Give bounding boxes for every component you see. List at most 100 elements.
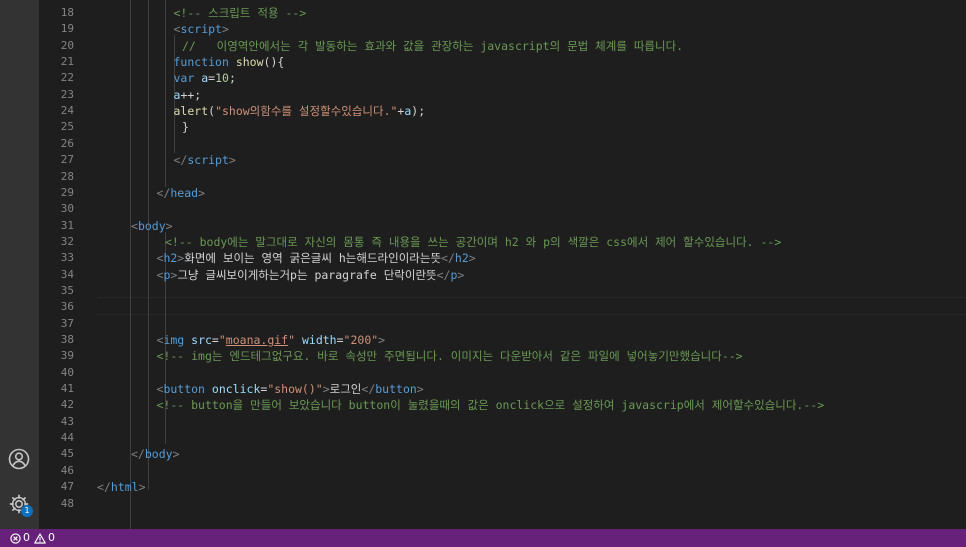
- account-icon[interactable]: [7, 447, 31, 471]
- line-number: 32: [60, 234, 74, 248]
- code-token: >: [221, 22, 229, 37]
- code-line: <!-- button을 만들어 보았습니다 button이 눌렸을때의 값은 …: [79, 397, 966, 413]
- line-number: 24: [60, 104, 74, 118]
- code-token: =: [211, 333, 219, 347]
- code-line: }: [79, 119, 966, 135]
- code-token: >: [457, 267, 465, 282]
- code-token: </: [131, 447, 145, 462]
- code-token: body: [137, 218, 166, 233]
- code-token: >: [138, 480, 146, 495]
- code-token: >: [228, 153, 236, 168]
- code-token: width: [301, 333, 337, 347]
- line-number: 37: [60, 316, 74, 330]
- code-token: var: [173, 71, 202, 86]
- line-number: 21: [60, 55, 74, 69]
- code-token: body: [144, 447, 173, 462]
- line-number: 47: [60, 480, 74, 494]
- line-number: 39: [60, 349, 74, 363]
- code-line: a++;: [79, 87, 966, 103]
- code-token: =: [336, 333, 344, 347]
- code-editor[interactable]: <!-- 스크립트 적용 --> <script>// 이영역안에서는 각 발동하…: [79, 0, 966, 529]
- line-number: 28: [60, 169, 74, 183]
- code-token: </: [173, 153, 188, 168]
- manage-badge: 1: [21, 505, 33, 517]
- line-number: 34: [60, 267, 74, 281]
- code-token: >: [165, 218, 173, 233]
- line-number: 22: [60, 71, 74, 85]
- problems-indicator[interactable]: 0 0: [10, 529, 55, 547]
- errors-count: 0: [23, 531, 30, 544]
- line-number: 27: [60, 153, 74, 167]
- line-number: 44: [60, 431, 74, 445]
- line-number: 25: [60, 120, 74, 134]
- line-number: 29: [60, 185, 74, 199]
- code-token: 로그인: [329, 382, 362, 397]
- line-number: 18: [60, 6, 74, 19]
- line-number: 30: [60, 202, 74, 216]
- code-line: <img src="moana.gif" width="200">: [79, 332, 966, 348]
- code-line: <script>: [79, 21, 966, 37]
- code-token: }: [182, 120, 189, 135]
- code-token: </: [361, 382, 376, 397]
- code-token: >: [378, 333, 386, 347]
- code-line: alert("show의함수를 설정할수있습니다."+a);: [79, 103, 966, 119]
- code-token: ;: [228, 71, 236, 86]
- status-bar: 0 0: [0, 529, 966, 547]
- code-token: </: [97, 480, 111, 495]
- code-token: >: [172, 447, 180, 462]
- line-number: 33: [60, 251, 74, 265]
- code-token: script: [187, 153, 229, 168]
- code-line: <button onclick="show()">로그인</button>: [79, 381, 966, 397]
- line-number: 48: [60, 496, 74, 510]
- code-token: "show의함수를 설정할수있습니다.": [215, 104, 398, 119]
- code-token: <!-- button을 만들어 보았습니다 button이 눌렸을때의 값은 …: [156, 398, 825, 413]
- code-line: <!-- 스크립트 적용 -->: [79, 5, 966, 21]
- code-line: <!-- img는 엔드테그없구요. 바로 속성만 주면됩니다. 이미지는 다운…: [79, 348, 966, 364]
- code-token: h2: [163, 251, 178, 266]
- code-line: <body>: [79, 218, 966, 234]
- code-token: ": [288, 333, 296, 347]
- code-token: 10: [215, 71, 229, 86]
- code-token: "show()": [267, 382, 323, 397]
- line-number: 20: [60, 38, 74, 52]
- line-number: 38: [60, 333, 74, 346]
- line-number: 35: [60, 283, 74, 297]
- line-number: 23: [60, 87, 74, 101]
- warnings-count: 0: [48, 531, 55, 544]
- error-icon: [10, 532, 21, 544]
- code-token: >: [322, 382, 330, 397]
- code-token: </: [436, 267, 451, 282]
- line-number: 31: [60, 218, 74, 232]
- code-token: head: [170, 185, 199, 200]
- code-token: ": [218, 333, 226, 347]
- code-token: onclick: [211, 382, 261, 397]
- code-token: script: [180, 22, 222, 37]
- code-token: // 이영역안에서는 각 발동하는 효과와 값을 관장하는 javascript…: [182, 38, 684, 53]
- code-token: show: [235, 55, 264, 70]
- line-number: 41: [60, 382, 74, 396]
- code-line: </head>: [79, 185, 966, 201]
- activity-bar: 1: [0, 0, 39, 529]
- code-token: function: [173, 55, 236, 70]
- code-token: 그냥 글씨보이게하는거p는 paragrafe 단락이란뜻: [177, 267, 437, 282]
- code-line: // 이영역안에서는 각 발동하는 효과와 값을 관장하는 javascript…: [79, 38, 966, 54]
- warning-icon: [34, 532, 46, 544]
- line-number: 45: [60, 447, 74, 461]
- line-number: 19: [60, 22, 74, 36]
- line-number: 43: [60, 414, 74, 428]
- line-number: 42: [60, 398, 74, 412]
- code-token: button: [375, 382, 417, 397]
- code-token: );: [411, 104, 426, 119]
- code-token: >: [416, 382, 424, 397]
- code-token: img: [163, 333, 192, 347]
- line-number: 26: [60, 136, 74, 150]
